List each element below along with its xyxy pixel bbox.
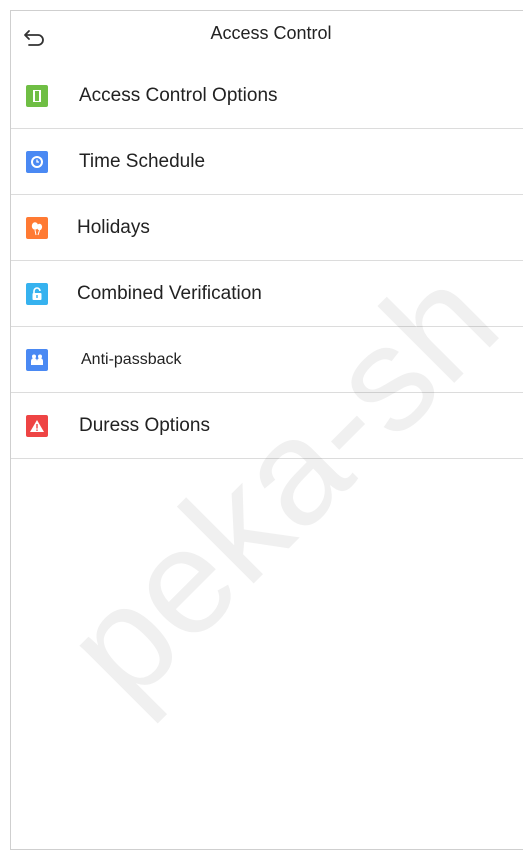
- lock-open-icon: [26, 283, 48, 305]
- access-control-screen: Access Control Access Control Options Ti…: [10, 10, 523, 850]
- menu-item-label: Access Control Options: [79, 85, 278, 106]
- people-icon: [26, 349, 48, 371]
- balloons-icon: [26, 217, 48, 239]
- menu-item-anti-passback[interactable]: Anti-passback: [11, 327, 523, 393]
- menu-item-time-schedule[interactable]: Time Schedule: [11, 129, 523, 195]
- menu-item-access-control-options[interactable]: Access Control Options: [11, 63, 523, 129]
- page-title: Access Control: [210, 23, 332, 43]
- menu-item-duress-options[interactable]: Duress Options: [11, 393, 523, 459]
- menu-item-label: Duress Options: [79, 415, 210, 436]
- menu-item-label: Holidays: [77, 217, 150, 238]
- header-bar: Access Control: [11, 11, 523, 64]
- door-icon: [26, 85, 48, 107]
- menu-list: Access Control Options Time Schedule Hol…: [11, 63, 523, 459]
- menu-item-label: Time Schedule: [79, 151, 206, 172]
- menu-item-combined-verification[interactable]: Combined Verification: [11, 261, 523, 327]
- menu-item-label: Combined Verification: [77, 283, 262, 304]
- menu-item-holidays[interactable]: Holidays: [11, 195, 523, 261]
- warning-icon: [26, 415, 48, 437]
- clock-icon: [26, 151, 48, 173]
- menu-item-label: Anti-passback: [81, 351, 182, 368]
